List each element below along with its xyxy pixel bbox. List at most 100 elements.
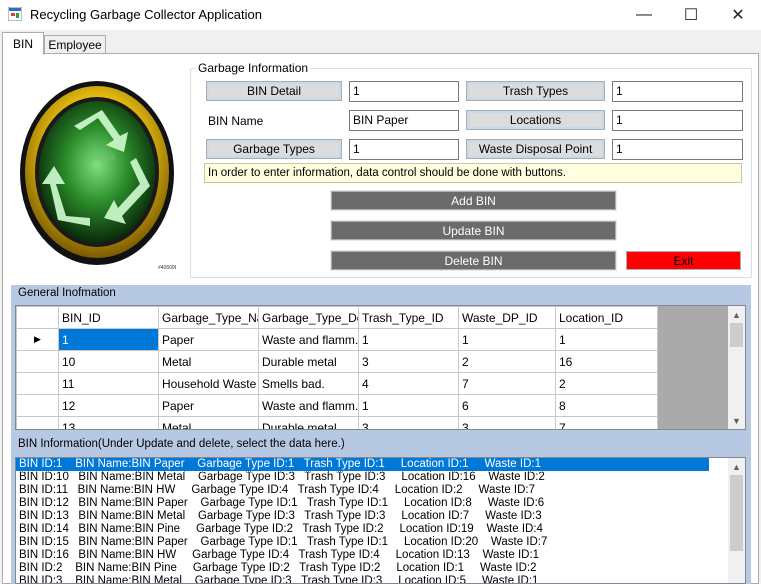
table-row[interactable]: 10 Metal Durable metal 3 2 16 [16, 350, 658, 373]
grid-cell[interactable]: 1 [358, 394, 459, 417]
grid-cell[interactable]: 11 [58, 372, 159, 395]
list-item[interactable]: BIN ID:16 BIN Name:BIN HW Garbage Type I… [16, 549, 745, 562]
grid-cell[interactable]: 6 [458, 394, 556, 417]
scroll-down-arrow-icon[interactable]: ▼ [728, 412, 745, 429]
bin-detail-button[interactable]: BIN Detail [206, 81, 342, 101]
grid-cell[interactable]: 4 [358, 372, 459, 395]
data-grid-table: BIN_ID Garbage_Type_Na Garbage_Type_De T… [16, 306, 658, 429]
title-bar: Recycling Garbage Collector Application … [0, 0, 761, 30]
grid-cell[interactable]: 3 [458, 416, 556, 429]
row-header[interactable] [16, 394, 59, 417]
list-item[interactable]: BIN ID:15 BIN Name:BIN Paper Garbage Typ… [16, 536, 745, 549]
bin-information-label: BIN Information(Under Update and delete,… [18, 438, 345, 450]
grid-cell[interactable]: Smells bad. [258, 372, 359, 395]
column-header[interactable]: BIN_ID [58, 306, 159, 329]
grid-cell[interactable]: Waste and flamm... [258, 394, 359, 417]
row-header[interactable] [16, 350, 59, 373]
grid-cell[interactable]: 1 [358, 328, 459, 351]
trash-types-button[interactable]: Trash Types [466, 81, 605, 101]
general-information-header: General Inofmation [11, 285, 751, 301]
exit-button[interactable]: Exit [626, 251, 741, 270]
grid-cell[interactable]: Metal [158, 416, 259, 429]
grid-cell[interactable]: 1 [555, 328, 658, 351]
garbage-information-label: Garbage Information [196, 61, 311, 75]
tab-strip: BIN Employee [0, 30, 761, 55]
minimize-button[interactable]: — [621, 0, 667, 30]
list-item[interactable]: BIN ID:13 BIN Name:BIN Metal Garbage Typ… [16, 510, 745, 523]
column-header[interactable]: Garbage_Type_De [258, 306, 359, 329]
list-item[interactable]: BIN ID:11 BIN Name:BIN HW Garbage Type I… [16, 484, 745, 497]
bin-detail-field[interactable]: 1 [349, 81, 459, 102]
table-row[interactable]: ▶ 1 Paper Waste and flamm... 1 1 1 [16, 328, 658, 351]
grid-cell[interactable]: 3 [358, 350, 459, 373]
update-bin-button[interactable]: Update BIN [330, 220, 617, 241]
list-item[interactable]: BIN ID:1 BIN Name:BIN Paper Garbage Type… [16, 458, 710, 472]
list-item[interactable]: BIN ID:12 BIN Name:BIN Paper Garbage Typ… [16, 497, 745, 510]
grid-cell[interactable]: 13 [58, 416, 159, 429]
bin-name-label: BIN Name [208, 114, 264, 128]
list-vertical-scrollbar[interactable]: ▲ [728, 458, 745, 583]
grid-cell[interactable]: 7 [555, 416, 658, 429]
recycle-logo-icon: fotolia #40609821 [20, 81, 176, 270]
general-information-label: General Inofmation [18, 287, 116, 299]
info-message: In order to enter information, data cont… [204, 163, 742, 183]
grid-vertical-scrollbar[interactable]: ▲ ▼ [728, 306, 745, 429]
current-row-indicator-icon[interactable]: ▶ [16, 328, 59, 351]
grid-cell[interactable]: 3 [358, 416, 459, 429]
grid-cell[interactable]: Household Waste [158, 372, 259, 395]
bin-information-list[interactable]: BIN ID:1 BIN Name:BIN Paper Garbage Type… [15, 457, 746, 584]
grid-cell[interactable]: Waste and flamm... [258, 328, 359, 351]
grid-cell[interactable]: 1 [458, 328, 556, 351]
table-row[interactable]: 13 Metal Durable metal 3 3 7 [16, 416, 658, 429]
column-header[interactable]: Location_ID [555, 306, 658, 329]
grid-cell[interactable]: 1 [58, 328, 159, 351]
scroll-up-arrow-icon[interactable]: ▲ [728, 458, 745, 475]
list-item[interactable]: BIN ID:14 BIN Name:BIN Pine Garbage Type… [16, 523, 745, 536]
waste-disposal-point-button[interactable]: Waste Disposal Point [466, 139, 605, 159]
general-information-grid[interactable]: BIN_ID Garbage_Type_Na Garbage_Type_De T… [15, 305, 746, 430]
logo-caption: #40609821 [158, 265, 176, 270]
scroll-thumb[interactable] [730, 323, 743, 347]
table-row[interactable]: 12 Paper Waste and flamm... 1 6 8 [16, 394, 658, 417]
grid-cell[interactable]: Paper [158, 328, 259, 351]
grid-cell[interactable]: Paper [158, 394, 259, 417]
list-item[interactable]: BIN ID:10 BIN Name:BIN Metal Garbage Typ… [16, 471, 745, 484]
column-header[interactable]: Garbage_Type_Na [158, 306, 259, 329]
row-header[interactable] [16, 416, 59, 429]
list-item[interactable]: BIN ID:3 BIN Name:BIN Metal Garbage Type… [16, 575, 745, 583]
delete-bin-button[interactable]: Delete BIN [330, 250, 617, 271]
grid-cell[interactable]: Metal [158, 350, 259, 373]
grid-cell[interactable]: 12 [58, 394, 159, 417]
scroll-thumb[interactable] [730, 475, 743, 551]
grid-cell[interactable]: 2 [458, 350, 556, 373]
grid-cell[interactable]: 10 [58, 350, 159, 373]
column-header[interactable]: Trash_Type_ID [358, 306, 459, 329]
waste-disposal-point-field[interactable]: 1 [612, 139, 743, 160]
bin-information-header: BIN Information(Under Update and delete,… [11, 436, 751, 453]
trash-types-field[interactable]: 1 [612, 81, 743, 102]
row-header[interactable] [16, 372, 59, 395]
grid-cell[interactable]: Durable metal [258, 350, 359, 373]
bin-name-field[interactable]: BIN Paper [349, 110, 459, 131]
tab-bin[interactable]: BIN [2, 32, 44, 55]
grid-cell[interactable]: 2 [555, 372, 658, 395]
locations-button[interactable]: Locations [466, 110, 605, 130]
grid-corner-cell [16, 306, 59, 329]
column-header[interactable]: Waste_DP_ID [458, 306, 556, 329]
grid-cell[interactable]: 16 [555, 350, 658, 373]
maximize-button[interactable]: ☐ [668, 0, 714, 30]
table-row[interactable]: 11 Household Waste Smells bad. 4 7 2 [16, 372, 658, 395]
garbage-types-button[interactable]: Garbage Types [206, 139, 342, 159]
locations-field[interactable]: 1 [612, 110, 743, 131]
garbage-types-field[interactable]: 1 [349, 139, 459, 160]
scroll-up-arrow-icon[interactable]: ▲ [728, 306, 745, 323]
grid-header-row: BIN_ID Garbage_Type_Na Garbage_Type_De T… [16, 306, 658, 329]
close-button[interactable]: ✕ [715, 0, 761, 30]
grid-cell[interactable]: 8 [555, 394, 658, 417]
tab-employee[interactable]: Employee [44, 35, 106, 54]
grid-cell[interactable]: 7 [458, 372, 556, 395]
window-title: Recycling Garbage Collector Application [30, 7, 262, 22]
list-item[interactable]: BIN ID:2 BIN Name:BIN Pine Garbage Type … [16, 562, 745, 575]
add-bin-button[interactable]: Add BIN [330, 190, 617, 211]
grid-cell[interactable]: Durable metal [258, 416, 359, 429]
